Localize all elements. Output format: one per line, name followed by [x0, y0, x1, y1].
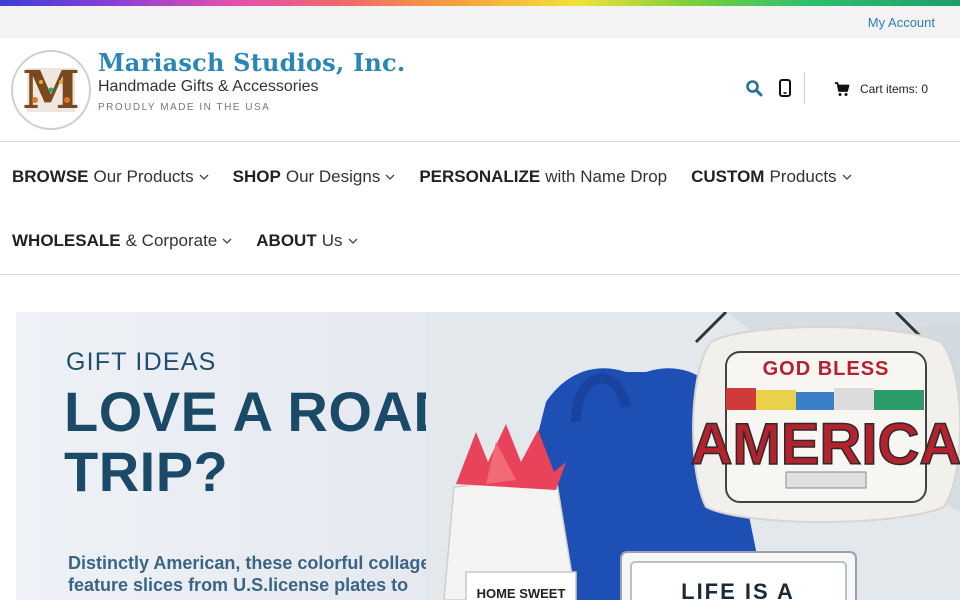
logo[interactable]: M — [11, 50, 91, 130]
top-utility-bar: My Account — [0, 6, 960, 38]
brand-subtitle: Handmade Gifts & Accessories — [98, 78, 319, 95]
chevron-down-icon — [222, 238, 232, 244]
nav-item-shop[interactable]: SHOP Our Designs — [233, 167, 396, 187]
nav-item-bold-label: ABOUT — [256, 231, 317, 250]
nav-row-1: BROWSE Our Products SHOP Our Designs PERSO… — [12, 145, 876, 209]
nav-item-bold-label: CUSTOM — [691, 167, 765, 186]
small-bag-text: HOME SWEET — [477, 586, 566, 600]
chevron-down-icon — [842, 174, 852, 180]
pillow-top-text: GOD BLESS — [763, 358, 890, 380]
chevron-down-icon — [199, 174, 209, 180]
nav-item-bold-label: PERSONALIZE — [419, 167, 541, 186]
hero-banner[interactable]: GIFT IDEAS LOVE A ROAD TRIP? Distinctly … — [16, 312, 960, 600]
nav-item-label: with Name Drop — [545, 167, 668, 186]
chevron-down-icon — [385, 174, 395, 180]
nav-item-custom[interactable]: CUSTOM Products — [691, 167, 852, 187]
nav-item-bold-label: WHOLESALE — [12, 231, 121, 250]
nav-item-browse[interactable]: BROWSE Our Products — [12, 167, 209, 187]
nav-item-label: Us — [321, 231, 343, 250]
header-divider — [804, 72, 805, 104]
hero-title: LOVE A ROAD TRIP? — [64, 380, 455, 503]
search-icon[interactable] — [745, 79, 763, 97]
chevron-down-icon — [348, 238, 357, 244]
brand-name[interactable]: Mariasch Studios, Inc. — [98, 48, 405, 77]
pillow-main-text: AMERICA — [691, 412, 960, 477]
pillow: GOD BLESS AMERICA — [690, 326, 960, 523]
hero-description: Distinctly American, these colorful coll… — [68, 553, 441, 595]
phone-icon[interactable] — [776, 79, 794, 97]
nav-item-label: Our Products — [93, 167, 194, 186]
cart-count-label: Cart items: 0 — [860, 82, 929, 96]
main-navigation: BROWSE Our Products SHOP Our Designs PERSO… — [0, 143, 960, 275]
cart-button[interactable]: Cart items: 0 — [834, 80, 928, 98]
hero-kicker: GIFT IDEAS — [66, 348, 217, 376]
nav-item-personalize[interactable]: PERSONALIZE with Name Drop — [419, 167, 667, 187]
brand-tagline: PROUDLY MADE IN THE USA — [98, 102, 271, 113]
bag-plate-text: LIFE IS A — [681, 579, 795, 600]
logo-monogram-icon: M — [22, 60, 80, 120]
cart-icon — [835, 82, 850, 96]
my-account-link[interactable]: My Account — [868, 15, 935, 30]
site-header: M Mariasch Studios, Inc. Handmade Gifts … — [0, 38, 960, 142]
nav-item-label: & Corporate — [125, 231, 218, 250]
nav-item-label: Our Designs — [285, 167, 381, 186]
hero-product-image: LIFE IS A HOME SWEET GOD BLESS AMERICA — [426, 312, 960, 600]
nav-row-2: WHOLESALE & Corporate ABOUT Us — [12, 209, 382, 273]
nav-item-wholesale[interactable]: WHOLESALE & Corporate — [12, 231, 232, 251]
nav-item-bold-label: SHOP — [232, 167, 281, 186]
bag-plate: LIFE IS A — [620, 551, 857, 600]
nav-item-bold-label: BROWSE — [12, 167, 89, 186]
nav-item-label: Products — [769, 167, 837, 186]
nav-item-about[interactable]: ABOUT Us — [256, 231, 357, 251]
